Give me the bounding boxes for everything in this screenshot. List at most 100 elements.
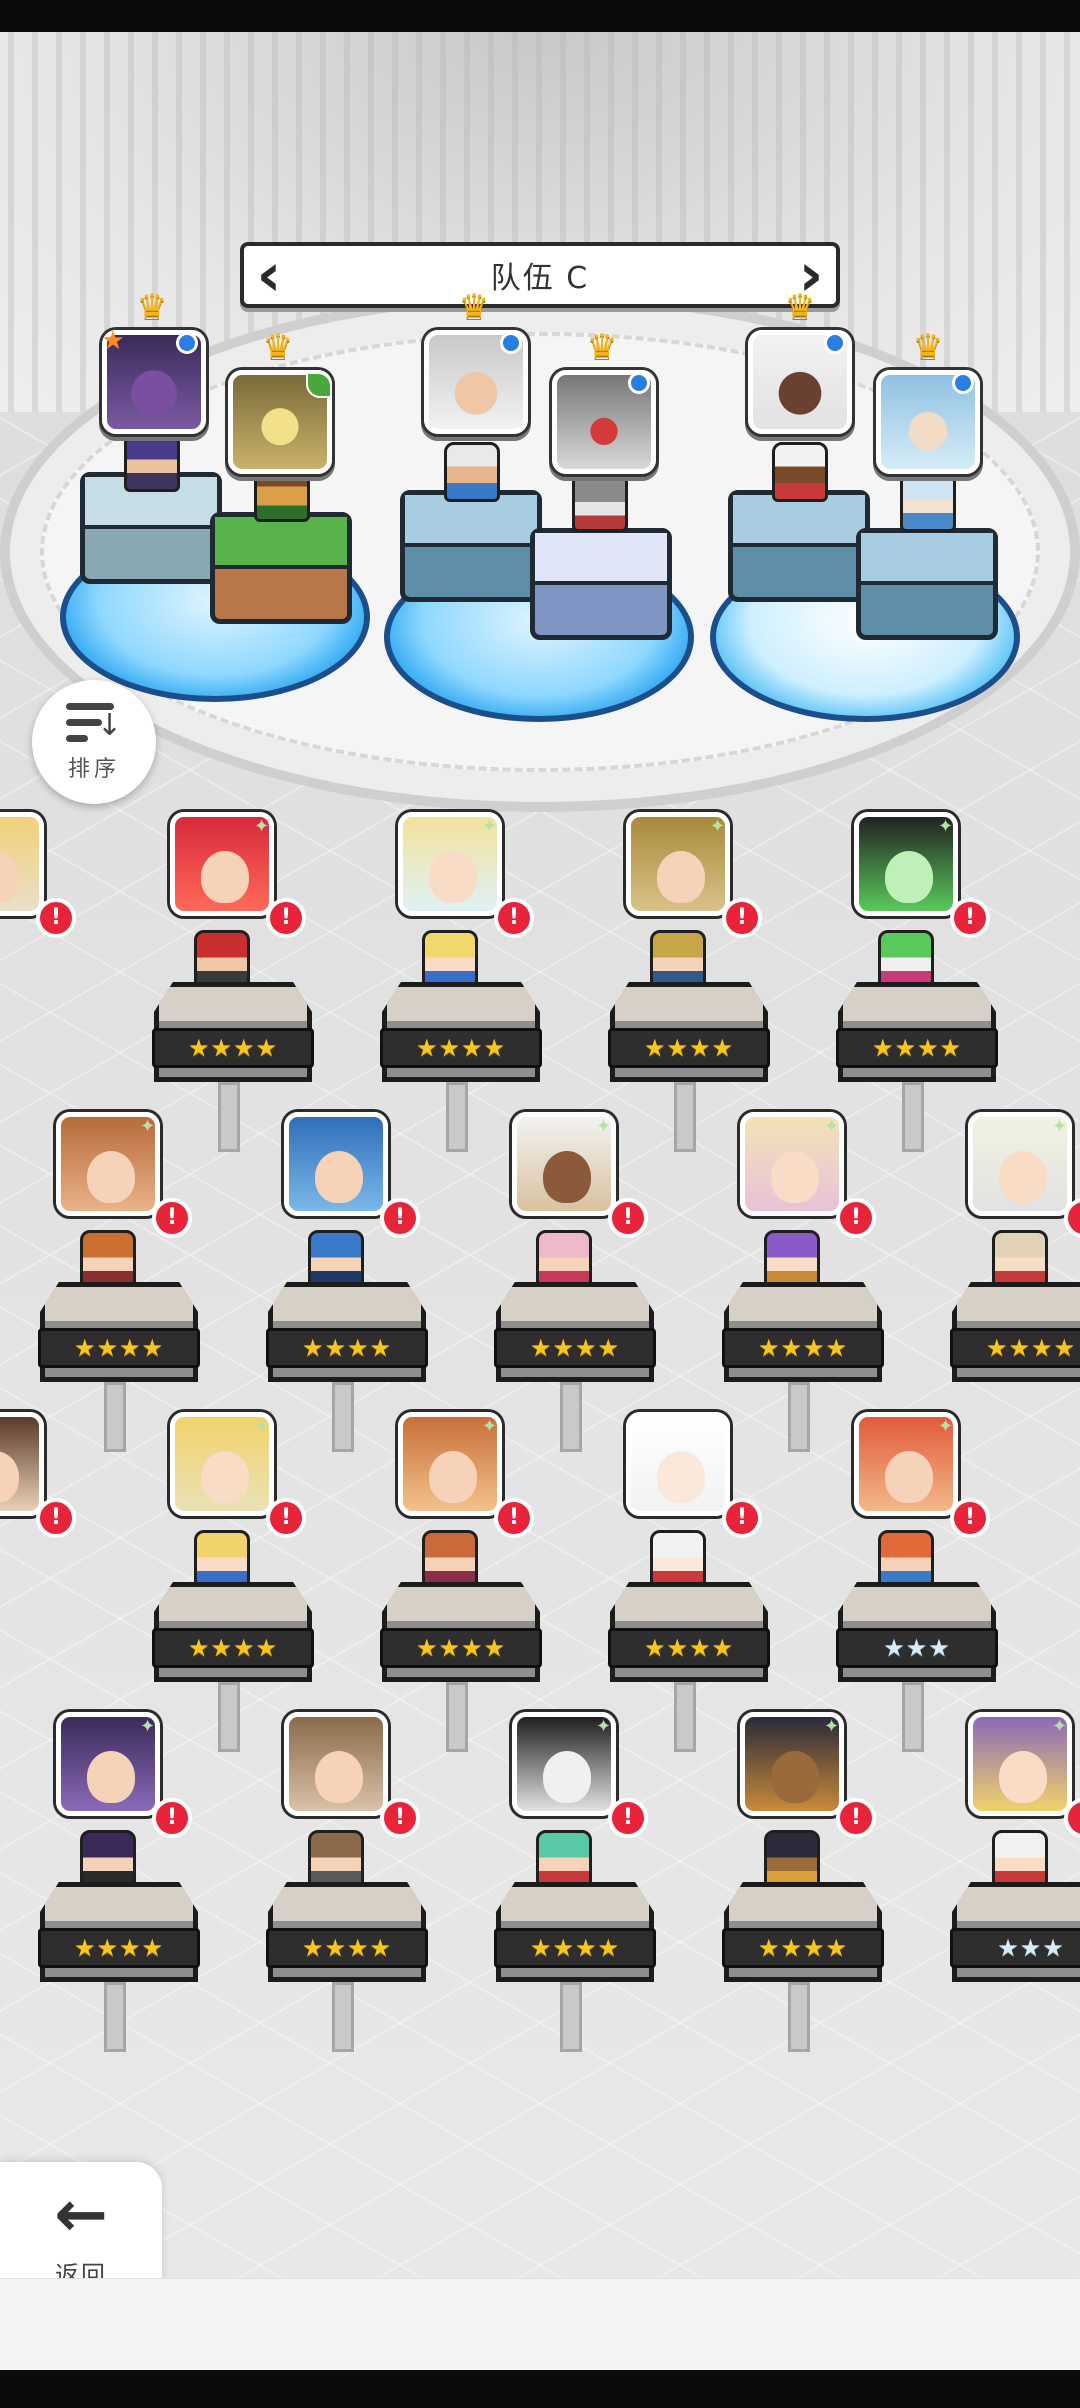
exclamation-icon: ! <box>36 898 76 938</box>
exclamation-icon: ! <box>836 1798 876 1838</box>
star-rating: ★★★★ <box>380 1628 542 1668</box>
hero-portrait <box>284 1112 388 1216</box>
sparkle-icon: ✦ <box>482 1416 498 1437</box>
hero-sprite <box>572 472 628 532</box>
slot-block[interactable] <box>400 490 542 602</box>
roster-hero[interactable]: ✦ ! ★★★★ <box>152 812 410 1152</box>
crown-icon: ♛ <box>784 287 816 327</box>
roster-hero[interactable]: ✦ ! ★★★★ <box>950 1112 1080 1412</box>
hero-portrait <box>0 1412 44 1516</box>
sparkle-icon: ✦ <box>254 1416 270 1437</box>
exclamation-icon: ! <box>380 1198 420 1238</box>
exclamation-icon: ! <box>152 1198 192 1238</box>
roster-hero[interactable]: ✦ ! ★★★★ <box>494 1712 752 2052</box>
sparkle-icon: ✦ <box>140 1716 156 1737</box>
crown-icon: ♛ <box>136 287 168 327</box>
crown-icon: ♛ <box>912 327 944 367</box>
star-rating: ★★★★ <box>38 1328 200 1368</box>
hero-sprite <box>422 930 478 990</box>
roster-hero[interactable]: ✦ ! ★★★★ <box>380 1412 638 1752</box>
sparkle-icon: ✦ <box>1052 1716 1068 1737</box>
roster-hero[interactable]: ✦ ! ★★★★ <box>380 812 638 1152</box>
roster-hero[interactable]: ✦ ! ★★★★ <box>38 1712 296 2052</box>
exclamation-icon: ! <box>836 1198 876 1238</box>
roster-hero[interactable]: ✦ ! ★★★ <box>950 1712 1080 2012</box>
exclamation-icon: ! <box>266 898 306 938</box>
roster-hero[interactable]: ! ★★★★ <box>266 1712 524 2052</box>
sparkle-icon: ✦ <box>710 816 726 837</box>
hero-sprite <box>878 1530 934 1590</box>
pedestal-stem <box>332 1982 354 2052</box>
element-icon <box>952 372 974 394</box>
crown-icon: ♛ <box>262 327 294 367</box>
hero-sprite <box>444 442 500 502</box>
exclamation-icon: ! <box>950 898 990 938</box>
team-title: 队伍 C <box>490 261 590 296</box>
exclamation-icon: ! <box>722 898 762 938</box>
pedestal-stem <box>104 1982 126 2052</box>
hero-sprite <box>308 1830 364 1890</box>
hero-sprite <box>650 930 706 990</box>
roster-hero[interactable]: ! ★★★★ <box>608 1412 866 1752</box>
team-selector[interactable]: 队伍 C <box>240 242 840 308</box>
crown-icon: ♛ <box>458 287 490 327</box>
slot-block[interactable] <box>728 490 870 602</box>
element-icon <box>824 332 846 354</box>
star-rating: ★★★★ <box>152 1028 314 1068</box>
star-rating: ★★★★ <box>266 1328 428 1368</box>
hero-portrait <box>626 1412 730 1516</box>
exclamation-icon: ! <box>608 1198 648 1238</box>
roster-hero[interactable]: ✦ ! ★★★★ <box>722 1712 980 2052</box>
slot-block[interactable] <box>856 528 998 640</box>
hero-sprite <box>536 1830 592 1890</box>
sparkle-icon: ✦ <box>824 1116 840 1137</box>
sparkle-icon: ✦ <box>938 816 954 837</box>
back-button[interactable]: ← 返回 <box>0 2162 162 2278</box>
exclamation-icon: ! <box>494 898 534 938</box>
hero-sprite <box>764 1230 820 1290</box>
sparkle-icon: ✦ <box>254 816 270 837</box>
star-rating: ★★★★ <box>608 1628 770 1668</box>
star-rating: ★★★ <box>950 1928 1080 1968</box>
exclamation-icon: ! <box>722 1498 762 1538</box>
sparkle-icon: ✦ <box>938 1416 954 1437</box>
hero-sprite <box>764 1830 820 1890</box>
star-rating: ★★★★ <box>494 1928 656 1968</box>
pedestal-stem <box>560 1982 582 2052</box>
sparkle-icon: ✦ <box>1052 1116 1068 1137</box>
element-icon <box>628 372 650 394</box>
roster-hero[interactable]: ✦ ! ★★★ <box>836 1412 1080 1752</box>
exclamation-icon: ! <box>494 1498 534 1538</box>
pedestal-stem <box>788 1982 810 2052</box>
roster-hero[interactable]: ✦ ! ★★★★ <box>836 812 1080 1152</box>
sparkle-icon: ✦ <box>596 1116 612 1137</box>
sort-label: 排序 <box>67 757 120 782</box>
sort-button[interactable]: ↓ 排序 <box>32 680 156 804</box>
star-rating: ★★★★ <box>950 1328 1080 1368</box>
hero-sprite <box>650 1530 706 1590</box>
hero-sprite <box>194 1530 250 1590</box>
hero-sprite <box>992 1830 1048 1890</box>
roster-hero[interactable]: ✦ ! ★★★★ <box>494 1112 752 1452</box>
star-rating: ★★★★ <box>722 1328 884 1368</box>
hero-sprite <box>992 1230 1048 1290</box>
exclamation-icon: ! <box>36 1498 76 1538</box>
slot-block[interactable] <box>530 528 672 640</box>
star-rating: ★★★★ <box>608 1028 770 1068</box>
sort-descending-icon: ↓ <box>66 701 122 745</box>
exclamation-icon: ! <box>950 1498 990 1538</box>
slot-block[interactable] <box>210 512 352 624</box>
prev-team-chevron-left-icon[interactable]: ‹ <box>244 242 294 308</box>
star-rating: ★★★ <box>836 1628 998 1668</box>
hero-sprite <box>422 1530 478 1590</box>
roster-hero[interactable]: ✦ ! ★★★★ <box>152 1412 410 1752</box>
star-rating: ★★★★ <box>836 1028 998 1068</box>
star-rating: ★★★★ <box>494 1328 656 1368</box>
roster-hero[interactable]: ✦ ! ★★★★ <box>608 812 866 1152</box>
sparkle-icon: ✦ <box>140 1116 156 1137</box>
arrow-left-icon: ← <box>54 2177 108 2252</box>
hero-sprite <box>536 1230 592 1290</box>
roster-hero[interactable]: ✦ ! ★★★★ <box>38 1112 296 1452</box>
roster-hero[interactable]: ! ★★★★ <box>266 1112 524 1452</box>
roster-hero[interactable]: ✦ ! ★★★★ <box>722 1112 980 1452</box>
